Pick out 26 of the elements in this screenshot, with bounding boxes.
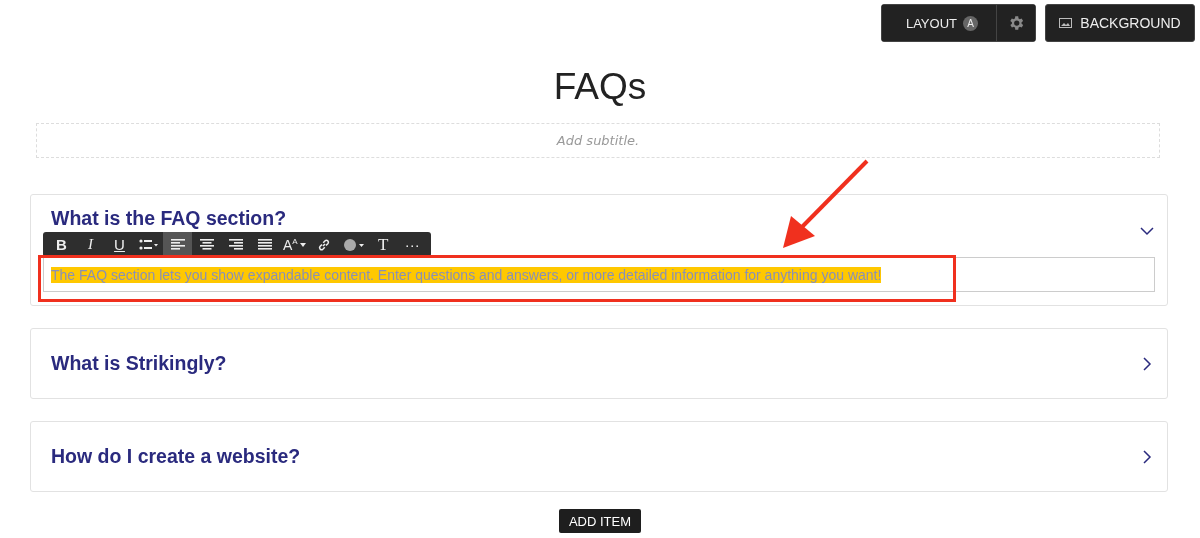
- bold-button[interactable]: B: [47, 232, 76, 257]
- font-size-button[interactable]: A$^{A}$: [279, 232, 310, 257]
- page-title: FAQs: [552, 68, 648, 105]
- justify-icon: [257, 238, 272, 251]
- add-item-button[interactable]: ADD ITEM: [558, 509, 642, 533]
- faq-question[interactable]: What is Strikingly?: [51, 352, 227, 375]
- link-icon: [317, 237, 332, 252]
- layout-badge: A: [963, 15, 978, 31]
- image-icon: [1059, 18, 1073, 28]
- align-center-icon: [199, 238, 214, 251]
- faq-question[interactable]: What is the FAQ section?: [51, 207, 287, 230]
- answer-text: The FAQ section lets you show expandable content. Enter questions and answers, or more detailed information for anything you want!: [51, 266, 882, 283]
- align-left-icon: [170, 238, 185, 251]
- italic-button[interactable]: I: [76, 232, 105, 257]
- faq-question[interactable]: How do I create a website?: [51, 445, 301, 468]
- align-left-button[interactable]: [163, 232, 192, 257]
- align-right-icon: [228, 238, 243, 251]
- more-button[interactable]: ···: [397, 232, 427, 257]
- typeface-button[interactable]: T: [368, 232, 398, 257]
- subtitle-field[interactable]: Add subtitle.: [36, 123, 1160, 158]
- layout-button[interactable]: LAYOUT A: [881, 5, 997, 41]
- caret-icon: [299, 242, 306, 247]
- underline-button[interactable]: U: [105, 232, 134, 257]
- color-dropdown-icon: [342, 237, 365, 252]
- bullet-list-icon: [138, 237, 159, 252]
- background-button[interactable]: BACKGROUND: [1045, 4, 1195, 42]
